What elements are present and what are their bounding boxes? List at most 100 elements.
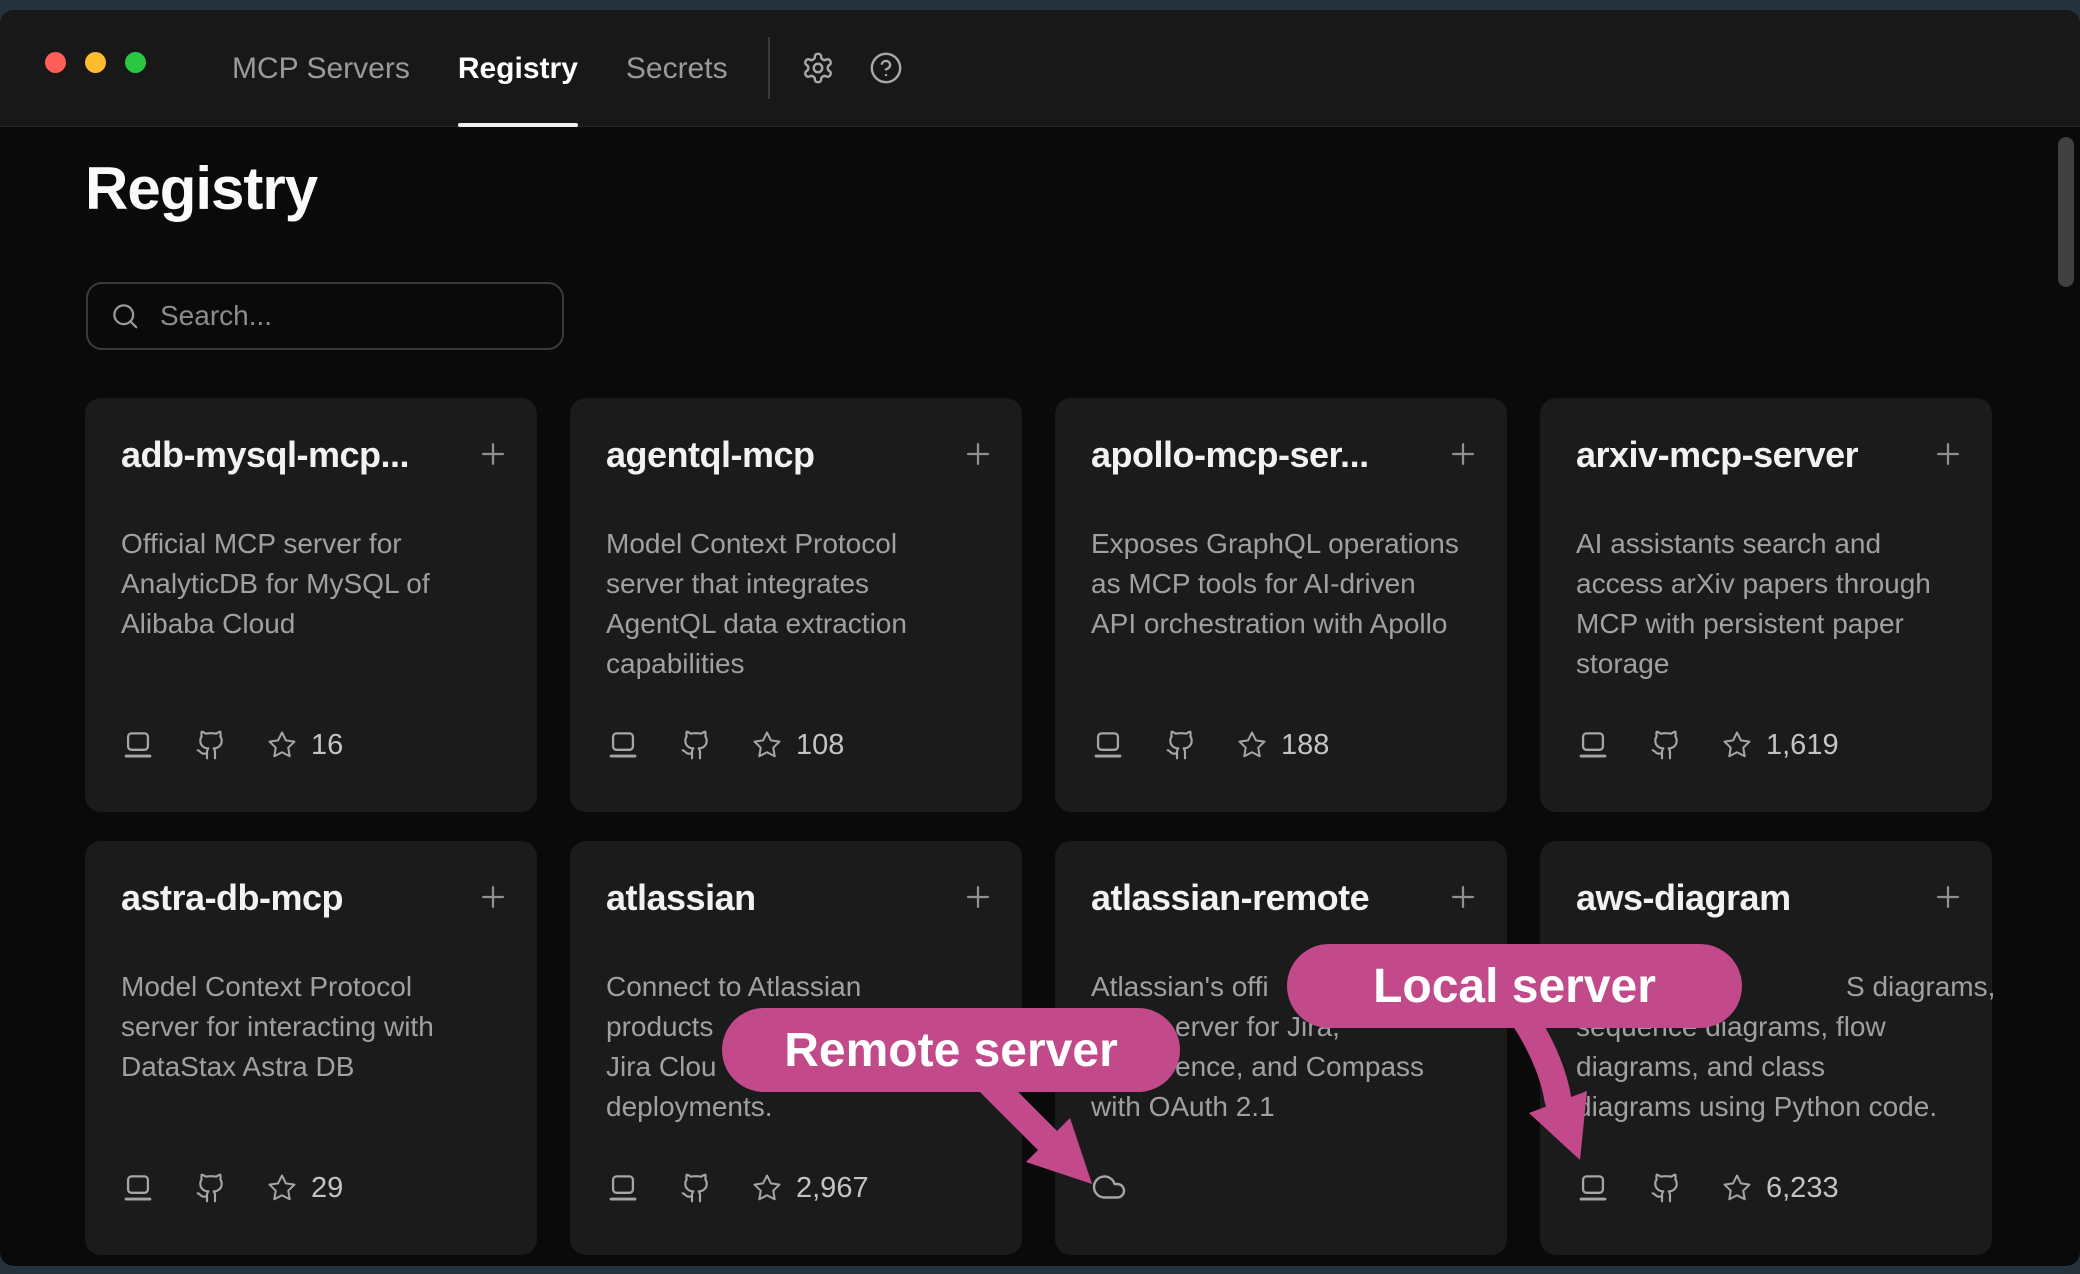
server-description-line: Alibaba Cloud [121, 604, 507, 644]
server-card-apollo-mcp-ser: apollo-mcp-ser... Exposes GraphQL operati… [1055, 398, 1507, 812]
help-button[interactable] [864, 46, 908, 90]
toolbar: MCP Servers Registry Secrets [0, 10, 2080, 127]
search-input[interactable] [158, 299, 540, 333]
search-icon [110, 301, 140, 331]
card-header: arxiv-mcp-server [1576, 434, 1966, 476]
plus-icon [1446, 437, 1480, 471]
add-server-button[interactable] [1930, 436, 1966, 472]
add-server-button[interactable] [475, 436, 511, 472]
laptop-icon [121, 1171, 155, 1205]
server-description: AI assistants search andaccess arXiv pap… [1576, 524, 1962, 684]
server-description-line: access arXiv papers through [1576, 564, 1962, 604]
laptop-icon [1576, 1171, 1610, 1205]
server-description-line: Official MCP server for [121, 524, 507, 564]
github-stars: 16 [267, 729, 343, 762]
card-header: astra-db-mcp [121, 877, 511, 919]
github-icon[interactable] [680, 1172, 712, 1204]
server-name: arxiv-mcp-server [1576, 434, 1858, 476]
tab-bar: MCP Servers Registry Secrets [232, 10, 728, 127]
star-icon [752, 1173, 782, 1203]
tab-secrets[interactable]: Secrets [626, 10, 728, 127]
server-card-aws-diagram: aws-diagramS diagrams,sequence diagrams,… [1540, 841, 1992, 1255]
server-description-line: AI assistants search and [1576, 524, 1962, 564]
github-icon[interactable] [1165, 729, 1197, 761]
server-name: astra-db-mcp [121, 877, 343, 919]
server-description-line: with OAuth 2.1 [1091, 1087, 1477, 1127]
server-description-line: server that integrates [606, 564, 992, 604]
card-footer: 1,619 [1576, 728, 1839, 762]
server-description-line: storage [1576, 644, 1962, 684]
annotation-remote-server: Remote server [722, 1008, 1180, 1092]
star-icon [1722, 1173, 1752, 1203]
annotation-local-server: Local server [1287, 944, 1742, 1028]
add-server-button[interactable] [475, 879, 511, 915]
tab-registry[interactable]: Registry [458, 10, 578, 127]
cloud-icon [1091, 1169, 1127, 1205]
server-description-line: Connect to Atlassian [606, 967, 992, 1007]
close-window-button[interactable] [45, 52, 66, 73]
github-stars: 29 [267, 1172, 343, 1205]
github-icon[interactable] [1650, 729, 1682, 761]
laptop-icon [606, 1171, 640, 1205]
plus-icon [1446, 880, 1480, 914]
zoom-window-button[interactable] [125, 52, 146, 73]
search-box[interactable] [86, 282, 564, 350]
server-description-line: API orchestration with Apollo [1091, 604, 1477, 644]
card-header: aws-diagram [1576, 877, 1966, 919]
server-description: Exposes GraphQL operationsas MCP tools f… [1091, 524, 1477, 644]
tab-mcp-servers[interactable]: MCP Servers [232, 10, 410, 127]
server-description-line: AgentQL data extraction [606, 604, 992, 644]
laptop-icon [1576, 728, 1610, 762]
github-stars: 108 [752, 729, 844, 762]
github-icon[interactable] [680, 729, 712, 761]
settings-button[interactable] [796, 46, 840, 90]
star-count: 2,967 [796, 1172, 869, 1205]
card-footer: 2,967 [606, 1171, 869, 1205]
server-description-line: Model Context Protocol [606, 524, 992, 564]
server-card-agentql-mcp: agentql-mcp Model Context Protocolserver … [570, 398, 1022, 812]
traffic-lights [45, 52, 146, 73]
server-description-line: deployments. [606, 1087, 992, 1127]
server-name: agentql-mcp [606, 434, 815, 476]
add-server-button[interactable] [960, 879, 996, 915]
plus-icon [1931, 880, 1965, 914]
gear-icon [801, 51, 835, 85]
server-name: adb-mysql-mcp... [121, 434, 409, 476]
server-description-line: server for interacting with [121, 1007, 507, 1047]
server-description: Official MCP server forAnalyticDB for My… [121, 524, 507, 644]
laptop-icon [606, 728, 640, 762]
card-header: atlassian [606, 877, 996, 919]
help-icon [869, 51, 903, 85]
vertical-scrollbar-thumb[interactable] [2058, 137, 2074, 287]
card-header: atlassian-remote [1091, 877, 1481, 919]
toolbar-divider [768, 37, 770, 99]
card-header: agentql-mcp [606, 434, 996, 476]
star-count: 188 [1281, 729, 1329, 762]
server-description: Model Context Protocolserver for interac… [121, 967, 507, 1087]
star-icon [1722, 730, 1752, 760]
plus-icon [476, 880, 510, 914]
github-icon[interactable] [1650, 1172, 1682, 1204]
card-footer [1091, 1169, 1127, 1205]
star-count: 1,619 [1766, 729, 1839, 762]
star-icon [1237, 730, 1267, 760]
star-icon [267, 1173, 297, 1203]
add-server-button[interactable] [960, 436, 996, 472]
star-icon [267, 730, 297, 760]
server-description-line: diagrams, and class [1576, 1047, 1962, 1087]
server-description-line: capabilities [606, 644, 992, 684]
plus-icon [476, 437, 510, 471]
github-icon[interactable] [195, 1172, 227, 1204]
plus-icon [961, 880, 995, 914]
card-footer: 188 [1091, 728, 1329, 762]
add-server-button[interactable] [1930, 879, 1966, 915]
add-server-button[interactable] [1445, 879, 1481, 915]
card-footer: 6,233 [1576, 1171, 1839, 1205]
card-header: adb-mysql-mcp... [121, 434, 511, 476]
github-icon[interactable] [195, 729, 227, 761]
add-server-button[interactable] [1445, 436, 1481, 472]
plus-icon [961, 437, 995, 471]
server-name: apollo-mcp-ser... [1091, 434, 1369, 476]
minimize-window-button[interactable] [85, 52, 106, 73]
page-title: Registry [85, 156, 317, 222]
